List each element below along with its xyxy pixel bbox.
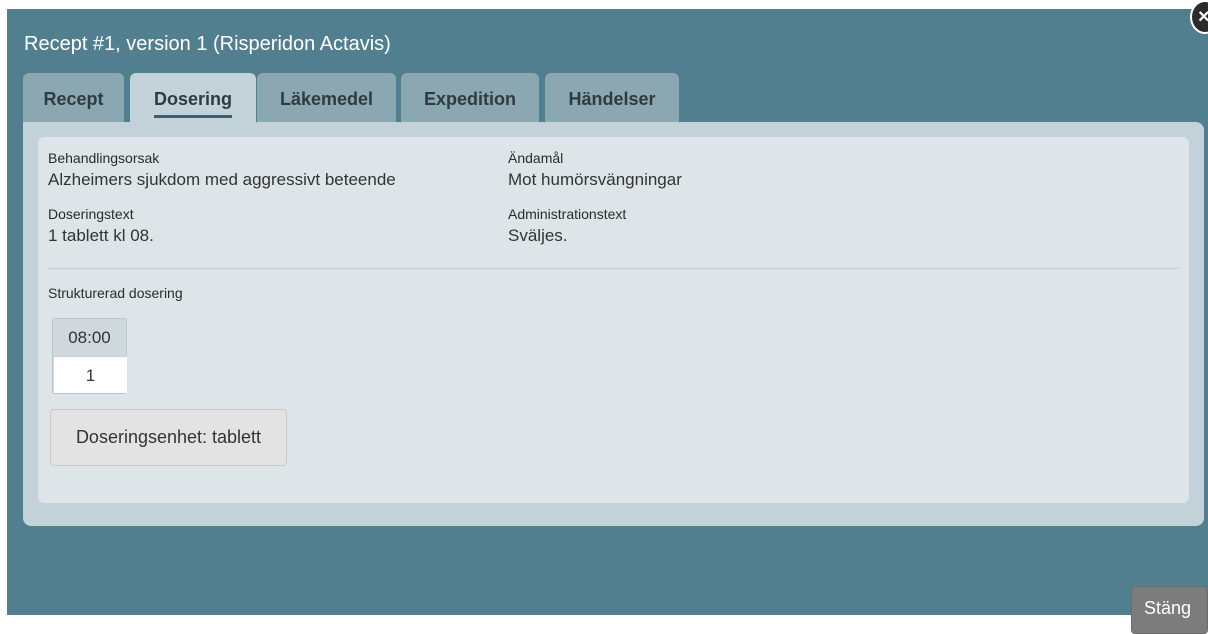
tab-handelser[interactable]: Händelser (545, 73, 679, 123)
doseringstext-label: Doseringstext (48, 206, 134, 222)
close-icon: × (1198, 6, 1208, 28)
dose-time: 08:00 (68, 328, 111, 347)
dosing-unit-button[interactable]: Doseringsenhet: tablett (50, 409, 287, 466)
tab-label: Läkemedel (279, 89, 374, 109)
administrationstext-label: Administrationstext (508, 206, 627, 222)
tab-label: Recept (43, 89, 104, 109)
dosering-content: Behandlingsorsak Alzheimers sjukdom med … (38, 137, 1189, 503)
behandlingsorsak-label: Behandlingsorsak (48, 150, 160, 166)
dialog-title: Recept #1, version 1 (Risperidon Actavis… (24, 33, 391, 55)
tab-label: Händelser (568, 89, 656, 109)
dose-time-slot: 08:00 1 (52, 318, 127, 394)
behandlingsorsak-value: Alzheimers sjukdom med aggressivt beteen… (48, 170, 396, 189)
tab-recept[interactable]: Recept (23, 73, 124, 123)
close-button[interactable]: Stäng (1131, 586, 1208, 634)
administrationstext-value: Sväljes. (508, 226, 568, 245)
andamal-value: Mot humörsvängningar (508, 170, 682, 189)
tab-label: Expedition (423, 89, 516, 109)
structured-dosing-label: Strukturerad dosering (48, 285, 183, 301)
doseringstext-value: 1 tablett kl 08. (48, 226, 154, 245)
andamal-label: Ändamål (508, 150, 564, 166)
tab-expedition[interactable]: Expedition (401, 73, 539, 123)
tab-lakemedel[interactable]: Läkemedel (257, 73, 396, 123)
tab-dosering[interactable]: Dosering (130, 73, 256, 123)
section-divider (48, 268, 1179, 269)
dosering-panel: Behandlingsorsak Alzheimers sjukdom med … (23, 122, 1204, 526)
tab-label: Dosering (153, 89, 232, 118)
dose-amount-field[interactable]: 1 (54, 356, 127, 393)
